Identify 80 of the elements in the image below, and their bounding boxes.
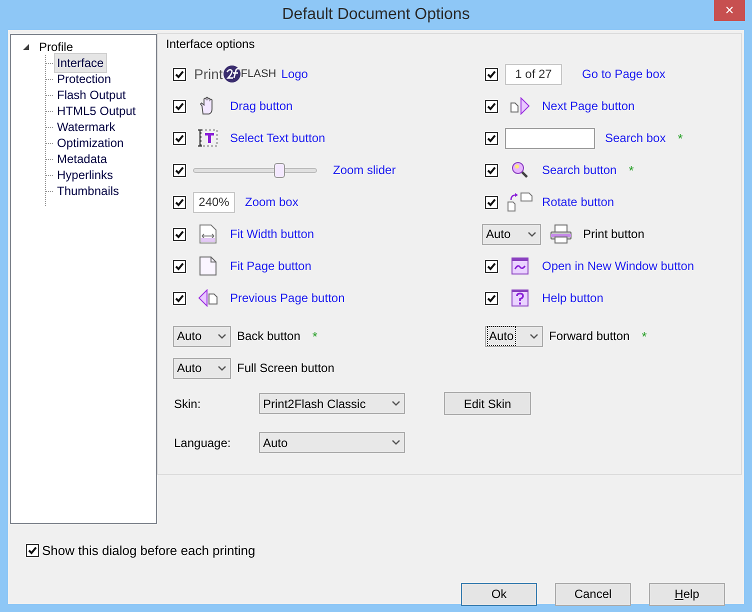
option-link[interactable]: Drag button <box>230 97 293 115</box>
checkbox[interactable] <box>485 164 498 176</box>
zoom-slider[interactable] <box>193 162 317 178</box>
previous-page-icon <box>198 289 218 307</box>
dialog-button[interactable]: Help <box>649 582 725 606</box>
asterisk-note: * <box>678 130 683 148</box>
text-field[interactable]: 1 of 27 <box>505 64 562 84</box>
option-label: Forward button <box>549 328 630 345</box>
option-label: Back button <box>237 328 300 345</box>
next-page-icon <box>510 97 530 115</box>
window-title: Default Document Options <box>282 5 470 25</box>
checkbox[interactable] <box>173 196 186 208</box>
dropdown[interactable]: Auto <box>259 432 405 453</box>
checkbox[interactable] <box>173 292 186 304</box>
logo-circle-icon <box>222 65 241 83</box>
chevron-down-icon <box>530 334 538 338</box>
checkbox[interactable] <box>173 68 186 80</box>
option-link[interactable]: Next Page button <box>542 97 635 115</box>
printer-icon <box>550 224 572 244</box>
option-label: Print button <box>583 226 644 243</box>
option-link[interactable]: Fit Page button <box>230 257 312 275</box>
dropdown[interactable]: Auto <box>482 224 541 244</box>
chevron-down-icon <box>392 440 400 445</box>
option-link[interactable]: Open in New Window button <box>542 257 694 275</box>
option-link[interactable]: Rotate button <box>542 193 614 211</box>
option-link[interactable]: Previous Page button <box>230 289 345 307</box>
search-field[interactable] <box>505 128 595 148</box>
dialog-button[interactable]: Cancel <box>555 582 631 606</box>
option-link[interactable]: Search button <box>542 161 617 179</box>
option-link[interactable]: Select Text button <box>230 129 326 147</box>
option-link[interactable]: Search box <box>605 129 666 147</box>
dropdown[interactable]: Auto <box>173 326 231 346</box>
checkbox[interactable] <box>173 228 186 240</box>
checkbox[interactable] <box>173 132 186 144</box>
chevron-down-icon <box>218 334 226 338</box>
dialog-button[interactable]: Ok <box>461 582 537 606</box>
checkbox[interactable] <box>485 196 498 208</box>
option-link[interactable]: Go to Page box <box>582 65 666 83</box>
option-link[interactable]: Fit Width button <box>230 225 314 243</box>
chevron-down-icon <box>392 401 400 406</box>
text-cursor-icon <box>197 129 219 147</box>
checkbox-label: Show this dialog before each printing <box>42 542 256 560</box>
option-link[interactable]: Logo <box>281 65 308 83</box>
option-link[interactable]: Zoom box <box>245 193 298 211</box>
tree-item[interactable]: Interface <box>54 53 107 73</box>
option-link[interactable]: Zoom slider <box>333 161 396 179</box>
dropdown[interactable]: Auto <box>173 358 231 378</box>
checkbox[interactable] <box>173 100 186 112</box>
asterisk-note: * <box>642 328 647 346</box>
checkbox[interactable] <box>485 68 498 80</box>
text-field[interactable]: 240% <box>193 192 235 212</box>
close-button[interactable]: × <box>714 0 745 21</box>
asterisk-note: * <box>312 328 318 346</box>
checkbox[interactable] <box>485 100 498 112</box>
chevron-down-icon <box>528 232 536 236</box>
search-icon <box>511 161 529 179</box>
logo-text: FLASH <box>240 66 276 82</box>
checkbox[interactable] <box>173 164 186 176</box>
page-icon <box>199 256 217 276</box>
chevron-down-icon <box>218 366 226 370</box>
window-icon <box>511 257 529 275</box>
checkbox[interactable] <box>26 544 39 558</box>
dropdown[interactable]: Auto <box>485 326 543 346</box>
logo-text: Print <box>194 64 223 84</box>
expanded-icon[interactable] <box>23 44 30 50</box>
rotate-icon <box>507 192 533 212</box>
skin-label: Skin: <box>174 396 202 412</box>
fit-width-icon <box>199 224 217 244</box>
help-icon <box>511 289 529 307</box>
checkbox[interactable] <box>485 292 498 304</box>
option-link[interactable]: Help button <box>542 289 604 307</box>
option-label: Full Screen button <box>237 360 334 377</box>
slider-thumb[interactable] <box>274 162 285 178</box>
language-label: Language: <box>174 434 232 452</box>
dropdown[interactable]: Print2Flash Classic <box>259 393 405 414</box>
checkbox[interactable] <box>173 260 186 272</box>
edit-skin-button[interactable]: Edit Skin <box>444 392 531 415</box>
asterisk-note: * <box>628 162 634 180</box>
checkbox[interactable] <box>485 260 498 272</box>
checkbox[interactable] <box>485 132 498 144</box>
